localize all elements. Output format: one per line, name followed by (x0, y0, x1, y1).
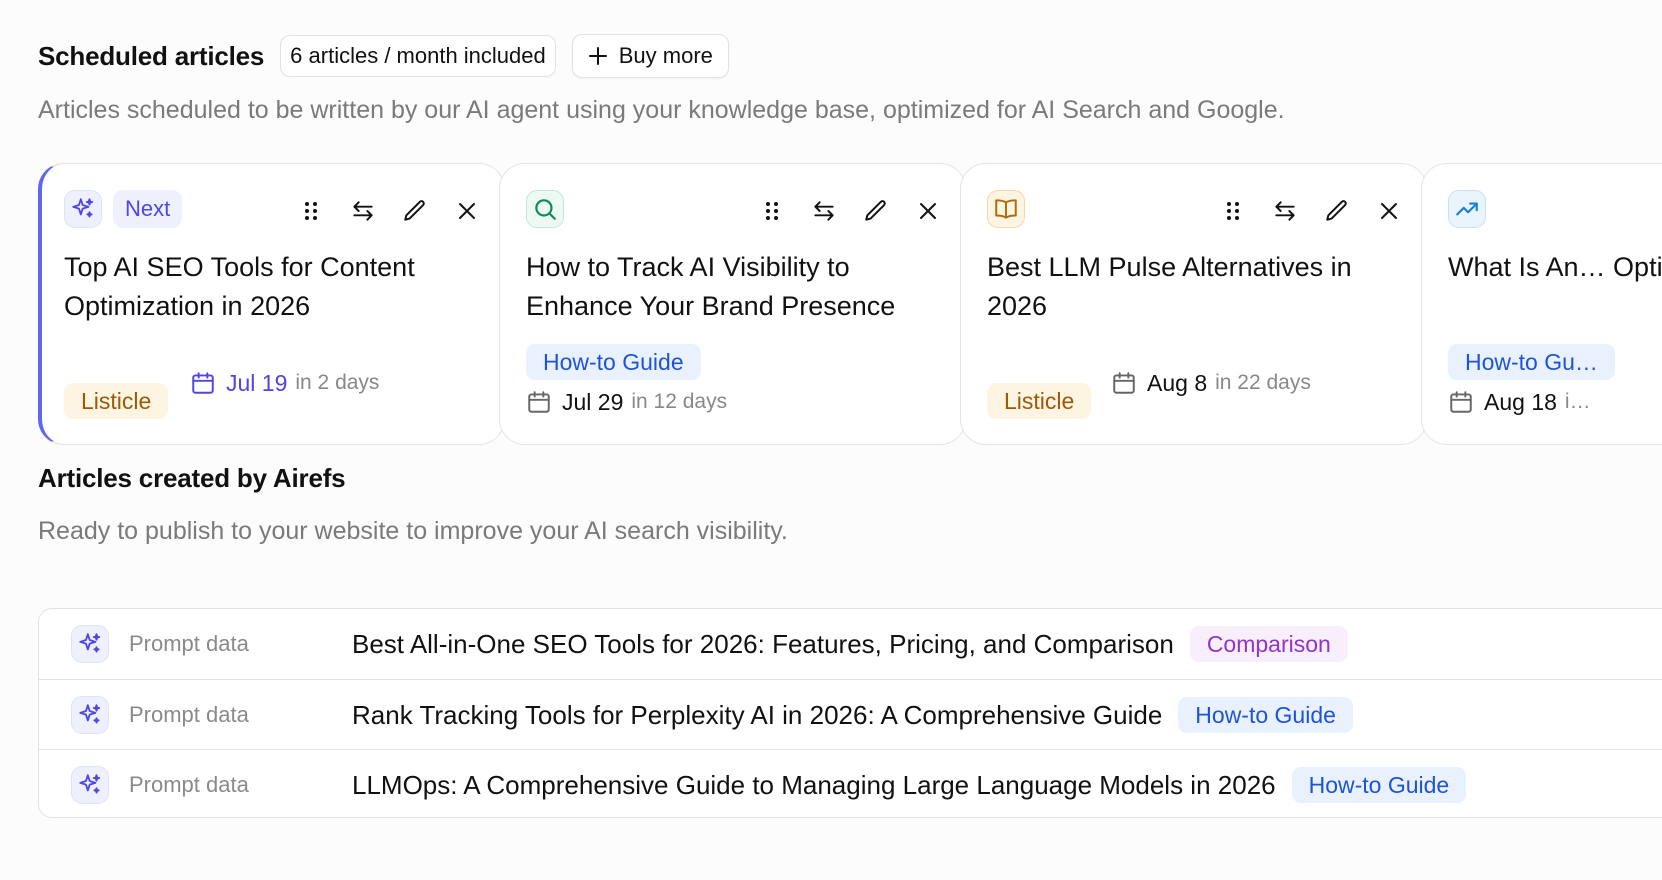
next-badge: Next (113, 190, 183, 228)
created-title: Articles created by Airefs (38, 463, 346, 493)
row-title[interactable]: LLMOps: A Comprehensive Guide to Managin… (352, 770, 1276, 801)
edit-pencil-icon[interactable] (1320, 194, 1354, 228)
date-relative: i… (1564, 390, 1591, 413)
drag-handle-icon[interactable] (294, 194, 328, 228)
scheduled-card[interactable]: Best LLM Pulse Alternatives in 2026 List… (960, 163, 1427, 445)
swap-icon[interactable] (807, 194, 841, 228)
buy-more-label: Buy more (618, 43, 713, 68)
article-type-tag: How-to Guide (526, 344, 701, 380)
date-relative: in 2 days (295, 371, 380, 394)
row-source: Prompt data (129, 702, 249, 727)
date-relative: in 12 days (631, 390, 728, 413)
included-quota-badge: 6 articles / month included (280, 35, 556, 77)
sparkles-icon (71, 766, 109, 804)
scheduled-date: Aug 8 in 22 days (1111, 365, 1311, 401)
scheduled-card[interactable]: What Is An… Optimizati… How-to Gu… Aug 1… (1421, 163, 1662, 445)
row-title[interactable]: Best All-in-One SEO Tools for 2026: Feat… (352, 629, 1174, 660)
swap-icon[interactable] (346, 194, 380, 228)
scheduled-subtitle: Articles scheduled to be written by our … (38, 96, 1285, 124)
card-title: What Is An… Optimizati… (1448, 252, 1662, 282)
article-type-tag: Comparison (1189, 626, 1348, 662)
calendar-icon (192, 372, 214, 394)
card-actions (755, 194, 945, 228)
trending-up-icon (1448, 190, 1486, 228)
article-type-tag: How-to Guide (1291, 767, 1467, 803)
scheduled-card[interactable]: Next Top AI SEO Tools for Content Optimi… (38, 163, 505, 445)
article-type-tag: How-to Guide (1178, 697, 1353, 733)
scheduled-date: Jul 19 in 2 days (190, 365, 379, 401)
plus-icon (588, 47, 607, 65)
close-icon[interactable] (1372, 194, 1406, 228)
date-value: Jul 29 (562, 388, 624, 415)
card-actions (1216, 194, 1406, 228)
article-type-tag: Listicle (64, 383, 169, 419)
date-relative: in 22 days (1215, 371, 1311, 394)
close-icon[interactable] (911, 194, 945, 228)
card-title: How to Track AI Visibility to Enhance Yo… (526, 252, 896, 321)
row-source: Prompt data (129, 631, 249, 656)
card-title: Top AI SEO Tools for Content Optimizatio… (64, 252, 415, 321)
created-subtitle: Ready to publish to your website to impr… (38, 517, 788, 545)
created-articles-list: Prompt data Best All-in-One SEO Tools fo… (38, 608, 1662, 818)
date-value: Aug 18 (1484, 388, 1557, 415)
list-item[interactable]: Prompt data Rank Tracking Tools for Perp… (39, 679, 1662, 749)
scheduled-cards: Next Top AI SEO Tools for Content Optimi… (38, 163, 1662, 447)
card-title: Best LLM Pulse Alternatives in 2026 (987, 252, 1352, 321)
list-item[interactable]: Prompt data Best All-in-One SEO Tools fo… (39, 609, 1662, 679)
article-type-tag: Listicle (987, 383, 1092, 419)
book-open-icon (987, 190, 1025, 228)
swap-icon[interactable] (1268, 194, 1302, 228)
row-title[interactable]: Rank Tracking Tools for Perplexity AI in… (352, 700, 1162, 731)
article-type-tag: How-to Gu… (1448, 344, 1615, 380)
edit-pencil-icon[interactable] (398, 194, 432, 228)
calendar-icon (528, 391, 550, 413)
date-value: Jul 19 (226, 369, 288, 396)
search-icon (526, 190, 564, 228)
list-item[interactable]: Prompt data LLMOps: A Comprehensive Guid… (39, 749, 1662, 817)
buy-more-button[interactable]: Buy more (571, 34, 729, 78)
edit-pencil-icon[interactable] (859, 194, 893, 228)
sparkles-icon (64, 190, 102, 228)
row-source: Prompt data (129, 772, 249, 797)
scheduled-date: Aug 18 i… (1448, 384, 1591, 420)
sparkles-icon (71, 625, 109, 663)
close-icon[interactable] (450, 194, 484, 228)
date-value: Aug 8 (1147, 369, 1208, 396)
drag-handle-icon[interactable] (755, 194, 789, 228)
calendar-icon (1113, 372, 1135, 394)
scheduled-date: Jul 29 in 12 days (526, 384, 727, 420)
calendar-icon (1450, 391, 1472, 413)
drag-handle-icon[interactable] (1216, 194, 1250, 228)
card-actions (294, 194, 484, 228)
scheduled-title: Scheduled articles (38, 40, 265, 71)
scheduled-header: Scheduled articles 6 articles / month in… (38, 34, 729, 78)
scheduled-card[interactable]: How to Track AI Visibility to Enhance Yo… (499, 163, 966, 445)
sparkles-icon (71, 696, 109, 734)
